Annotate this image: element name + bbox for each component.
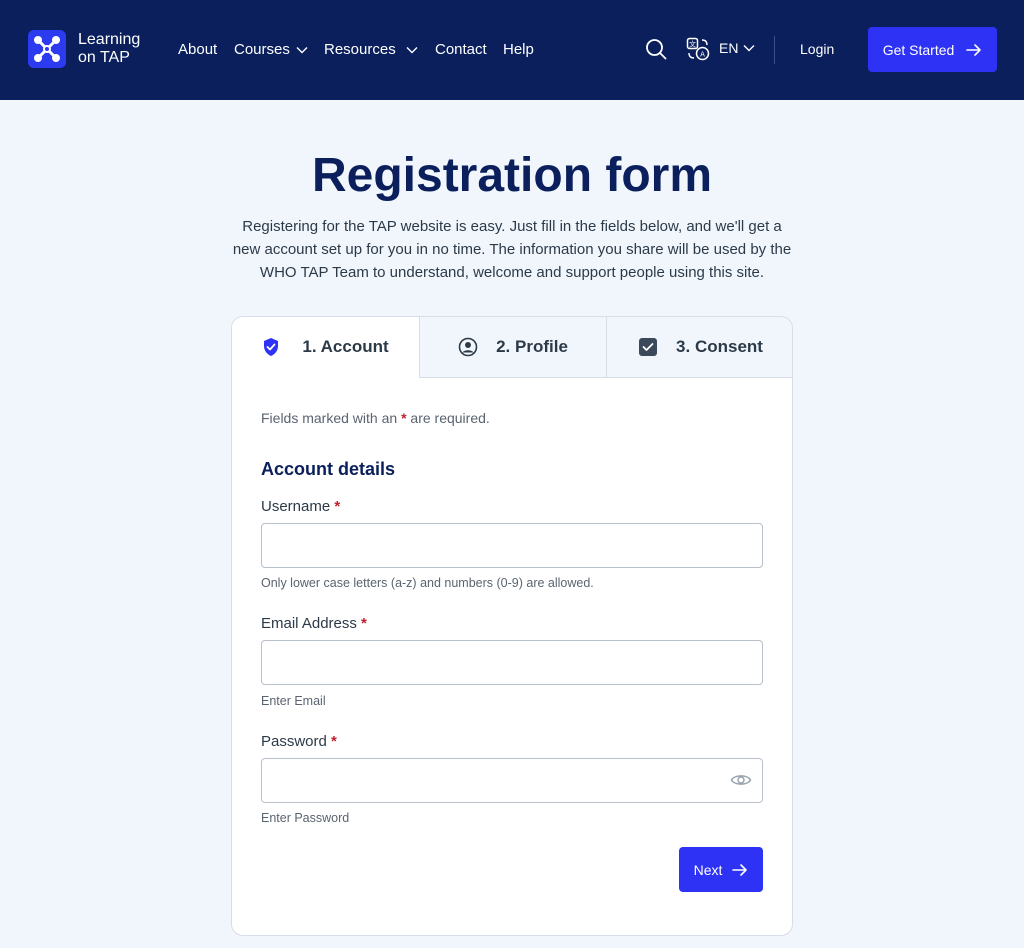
username-label-text: Username <box>261 498 331 515</box>
nav-about[interactable]: About <box>178 41 217 58</box>
get-started-label: Get Started <box>882 41 955 58</box>
nav-courses[interactable]: Courses <box>234 41 308 58</box>
nav-resources[interactable]: Resources <box>324 41 418 58</box>
tab-consent[interactable]: 3. Consent <box>606 317 792 378</box>
email-input[interactable] <box>261 640 763 685</box>
svg-text:文: 文 <box>689 40 696 49</box>
brand-name[interactable]: Learning on TAP <box>78 31 140 67</box>
site-header: Learning on TAP About Courses Resources … <box>0 0 1024 100</box>
nav-help[interactable]: Help <box>503 41 534 58</box>
password-field[interactable] <box>261 758 763 803</box>
username-label: Username * <box>261 498 340 515</box>
required-star: * <box>401 410 407 426</box>
page-title: Registration form <box>311 149 713 202</box>
login-link[interactable]: Login <box>800 41 834 57</box>
nav-courses-label: Courses <box>234 41 290 58</box>
tab-profile-label: 2. Profile <box>496 337 568 356</box>
svg-text:A: A <box>700 51 705 59</box>
nav-help-label: Help <box>503 41 534 58</box>
chevron-down-icon <box>743 45 755 52</box>
nav-resources-label: Resources <box>324 41 396 58</box>
password-label-text: Password <box>261 733 327 750</box>
tab-profile[interactable]: 2. Profile <box>419 317 606 378</box>
password-hint: Enter Password <box>261 811 350 825</box>
required-note-prefix: Fields marked with an <box>261 410 398 426</box>
brand-line1: Learning <box>78 31 141 48</box>
checkbox-icon <box>639 338 658 356</box>
nav-about-label: About <box>178 41 218 58</box>
get-started-button[interactable]: Get Started <box>868 27 997 72</box>
next-label: Next <box>693 861 723 878</box>
email-hint: Enter Email <box>261 694 326 708</box>
section-title: Account details <box>261 459 396 479</box>
registration-card: 1. Account 2. Profile 3. Consent Fields … <box>231 316 793 936</box>
user-circle-icon <box>458 337 478 357</box>
search-icon[interactable] <box>645 38 667 60</box>
email-label: Email Address * <box>261 615 367 632</box>
required-note-suffix: are required. <box>410 410 490 426</box>
page-intro: Registering for the TAP website is easy.… <box>232 218 792 281</box>
logo-icon[interactable] <box>28 30 66 68</box>
language-selector[interactable]: EN <box>719 40 755 56</box>
required-star: * <box>331 733 337 750</box>
eye-icon[interactable] <box>730 771 752 789</box>
translate-icon[interactable]: 文 A <box>686 37 710 61</box>
header-divider <box>774 36 775 64</box>
chevron-down-icon <box>296 46 308 53</box>
password-label: Password * <box>261 733 337 750</box>
next-button[interactable]: Next <box>679 847 763 892</box>
arrow-right-icon <box>732 863 748 876</box>
username-input[interactable] <box>261 523 763 568</box>
chevron-down-icon <box>406 46 418 53</box>
tab-account[interactable]: 1. Account <box>232 317 419 378</box>
nav-contact[interactable]: Contact <box>435 41 487 58</box>
email-label-text: Email Address <box>261 615 357 632</box>
tab-account-label: 1. Account <box>302 337 389 356</box>
required-star: * <box>334 498 341 515</box>
required-star: * <box>361 615 367 632</box>
language-label: EN <box>719 40 739 56</box>
step-tabs: 1. Account 2. Profile 3. Consent <box>232 317 792 378</box>
arrow-right-icon <box>966 43 982 56</box>
shield-check-icon <box>264 338 279 356</box>
username-hint: Only lower case letters (a-z) and number… <box>261 576 594 590</box>
nav-contact-label: Contact <box>435 41 487 58</box>
brand-line2: on TAP <box>78 49 130 66</box>
tab-consent-label: 3. Consent <box>676 337 763 356</box>
required-note: Fields marked with an * are required. <box>261 410 490 426</box>
